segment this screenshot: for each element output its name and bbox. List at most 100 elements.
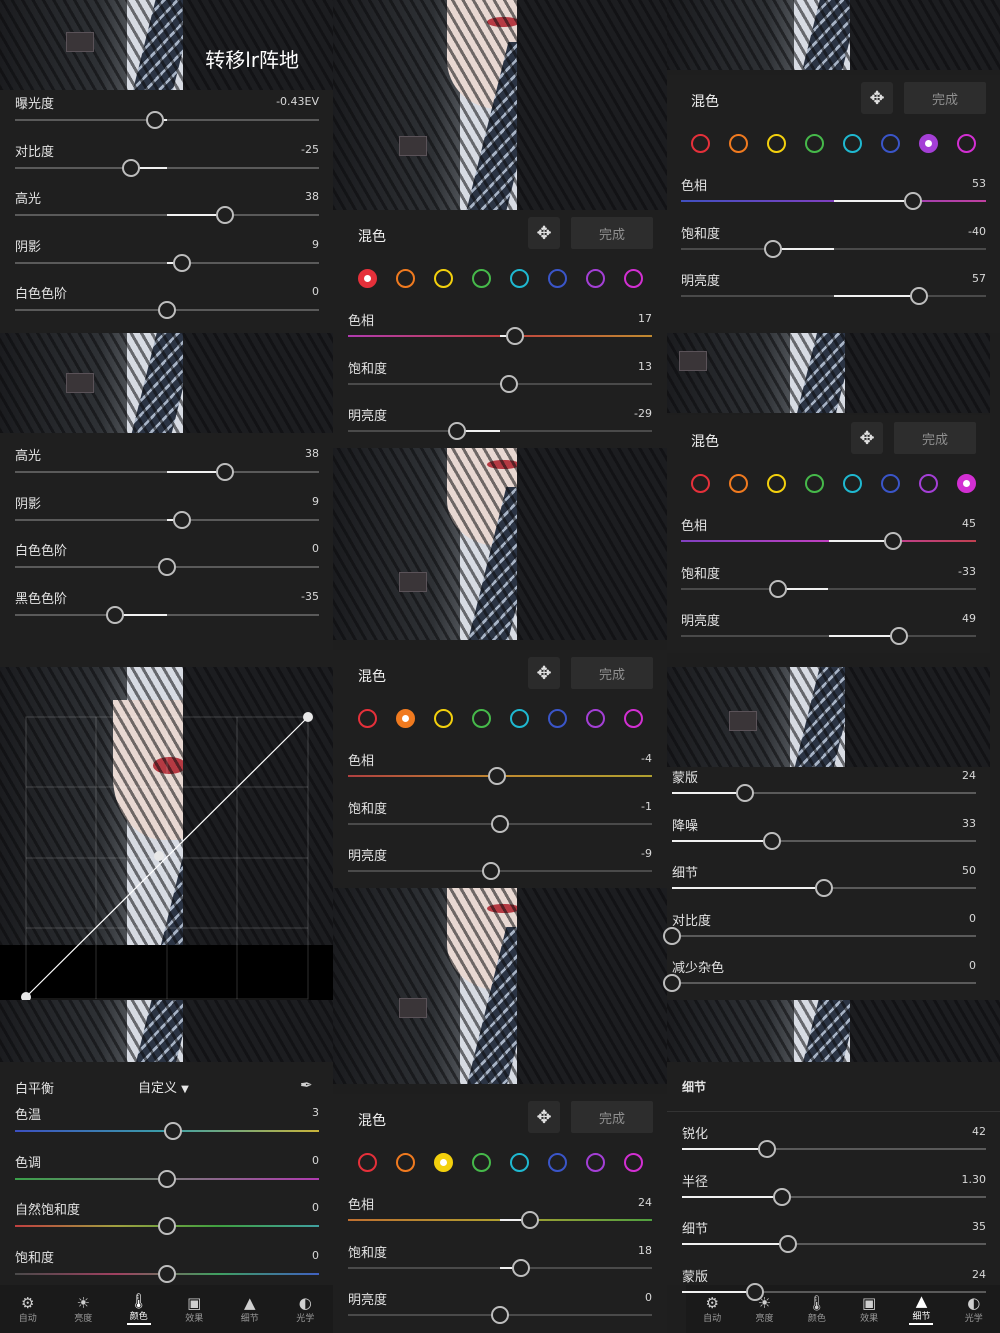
- mix-purple-slider-thumb[interactable]: [903, 192, 922, 210]
- color-slider-thumb[interactable]: [158, 1169, 176, 1188]
- color-slider[interactable]: [15, 1264, 319, 1283]
- light2-slider[interactable]: [15, 510, 319, 529]
- light-slider[interactable]: [15, 301, 319, 319]
- mix-red-slider-thumb[interactable]: [500, 374, 519, 393]
- detail2-slider[interactable]: [682, 1235, 986, 1253]
- color-slider-thumb[interactable]: [158, 1264, 176, 1283]
- done-button[interactable]: 完成: [904, 82, 986, 114]
- light2-slider-thumb[interactable]: [158, 558, 176, 576]
- mix-purple-slider[interactable]: [681, 239, 986, 258]
- color-swatch-0[interactable]: [691, 134, 710, 153]
- detail-slider[interactable]: [672, 879, 976, 897]
- light2-slider[interactable]: [15, 463, 319, 481]
- color-swatch-6[interactable]: [586, 1153, 605, 1172]
- color-swatch-1[interactable]: [729, 134, 748, 153]
- color-swatch-1[interactable]: [396, 269, 415, 288]
- detail2-slider[interactable]: [682, 1187, 986, 1206]
- mix-magenta-slider[interactable]: [681, 532, 976, 550]
- detail-slider[interactable]: [672, 784, 976, 802]
- mix-purple-slider[interactable]: [681, 287, 986, 305]
- mix-yellow-slider-thumb[interactable]: [491, 1306, 509, 1324]
- color-slider[interactable]: [15, 1169, 319, 1188]
- toolbar-tab-效果[interactable]: ▣ 效果: [167, 1285, 223, 1333]
- light2-slider[interactable]: [15, 558, 319, 576]
- mix-red-slider[interactable]: [348, 327, 652, 345]
- light-slider-thumb[interactable]: [215, 206, 234, 224]
- light-slider[interactable]: [15, 111, 319, 129]
- color-swatch-7[interactable]: [957, 474, 976, 493]
- mix-yellow-slider[interactable]: [348, 1211, 652, 1229]
- done-button[interactable]: 完成: [894, 422, 976, 454]
- color-swatch-1[interactable]: [396, 1153, 415, 1172]
- mix-orange-slider[interactable]: [348, 814, 652, 833]
- detail2-slider-thumb[interactable]: [758, 1140, 777, 1158]
- eyedropper-icon[interactable]: ✒: [300, 1076, 313, 1094]
- color-swatch-4[interactable]: [843, 134, 862, 153]
- light-slider[interactable]: [15, 206, 319, 224]
- color-swatch-4[interactable]: [510, 709, 529, 728]
- color-swatch-7[interactable]: [624, 1153, 643, 1172]
- color-swatch-6[interactable]: [586, 269, 605, 288]
- light-slider-thumb[interactable]: [158, 301, 176, 319]
- color-swatch-0[interactable]: [691, 474, 710, 493]
- detail-slider[interactable]: [672, 831, 976, 850]
- toolbar-tab-亮度[interactable]: ☀ 亮度: [56, 1285, 112, 1333]
- color-swatch-4[interactable]: [843, 474, 862, 493]
- color-swatch-5[interactable]: [548, 709, 567, 728]
- light-slider-thumb[interactable]: [173, 253, 192, 272]
- color-swatch-0[interactable]: [358, 709, 377, 728]
- detail2-slider-thumb[interactable]: [745, 1282, 764, 1301]
- color-slider-thumb[interactable]: [158, 1217, 176, 1235]
- color-swatch-2[interactable]: [434, 1153, 453, 1172]
- curve-point-white[interactable]: [303, 712, 313, 722]
- detail-slider[interactable]: [663, 926, 976, 945]
- color-swatch-5[interactable]: [548, 1153, 567, 1172]
- mix-purple-slider-thumb[interactable]: [763, 239, 782, 258]
- detail2-slider-thumb[interactable]: [773, 1187, 792, 1206]
- light2-slider-thumb[interactable]: [173, 510, 192, 529]
- color-swatch-7[interactable]: [624, 709, 643, 728]
- detail-slider-thumb[interactable]: [763, 831, 782, 850]
- color-swatch-0[interactable]: [358, 1153, 377, 1172]
- mix-yellow-slider-thumb[interactable]: [512, 1258, 531, 1277]
- color-slider-thumb[interactable]: [164, 1122, 183, 1140]
- mix-orange-slider[interactable]: [348, 767, 652, 785]
- color-swatch-5[interactable]: [881, 134, 900, 153]
- toolbar-tab-颜色[interactable]: 🌡 颜色: [111, 1285, 167, 1333]
- done-button[interactable]: 完成: [571, 217, 653, 249]
- color-swatch-3[interactable]: [472, 269, 491, 288]
- color-swatch-7[interactable]: [624, 269, 643, 288]
- detail-slider-thumb[interactable]: [735, 784, 754, 802]
- color-slider[interactable]: [15, 1217, 319, 1235]
- targeted-adjust-button[interactable]: ✥: [528, 217, 560, 249]
- color-swatch-2[interactable]: [767, 474, 786, 493]
- tone-curve[interactable]: [0, 667, 333, 1000]
- mix-magenta-slider[interactable]: [681, 579, 976, 598]
- light2-slider-thumb[interactable]: [106, 605, 125, 624]
- light2-slider[interactable]: [15, 605, 319, 624]
- color-swatch-2[interactable]: [434, 709, 453, 728]
- color-swatch-4[interactable]: [510, 269, 529, 288]
- color-swatch-6[interactable]: [919, 474, 938, 493]
- light2-slider-thumb[interactable]: [215, 463, 234, 481]
- detail2-slider[interactable]: [682, 1282, 986, 1301]
- light-slider[interactable]: [15, 158, 319, 177]
- mix-magenta-slider-thumb[interactable]: [769, 579, 788, 598]
- detail-slider-thumb[interactable]: [815, 879, 833, 897]
- detail2-slider[interactable]: [682, 1140, 986, 1158]
- mix-orange-slider-thumb[interactable]: [487, 767, 506, 785]
- light-slider-thumb[interactable]: [145, 111, 164, 129]
- targeted-adjust-button[interactable]: ✥: [861, 82, 893, 114]
- color-swatch-2[interactable]: [434, 269, 453, 288]
- mix-magenta-slider[interactable]: [681, 627, 976, 645]
- toolbar-tab-自动[interactable]: ⚙ 自动: [0, 1285, 56, 1333]
- color-swatch-3[interactable]: [472, 709, 491, 728]
- color-slider[interactable]: [15, 1122, 319, 1140]
- color-swatch-7[interactable]: [957, 134, 976, 153]
- targeted-adjust-button[interactable]: ✥: [528, 1101, 560, 1133]
- color-swatch-1[interactable]: [729, 474, 748, 493]
- mix-purple-slider-thumb[interactable]: [909, 287, 928, 305]
- color-swatch-1[interactable]: [396, 709, 415, 728]
- mix-yellow-slider[interactable]: [348, 1306, 652, 1324]
- color-swatch-2[interactable]: [767, 134, 786, 153]
